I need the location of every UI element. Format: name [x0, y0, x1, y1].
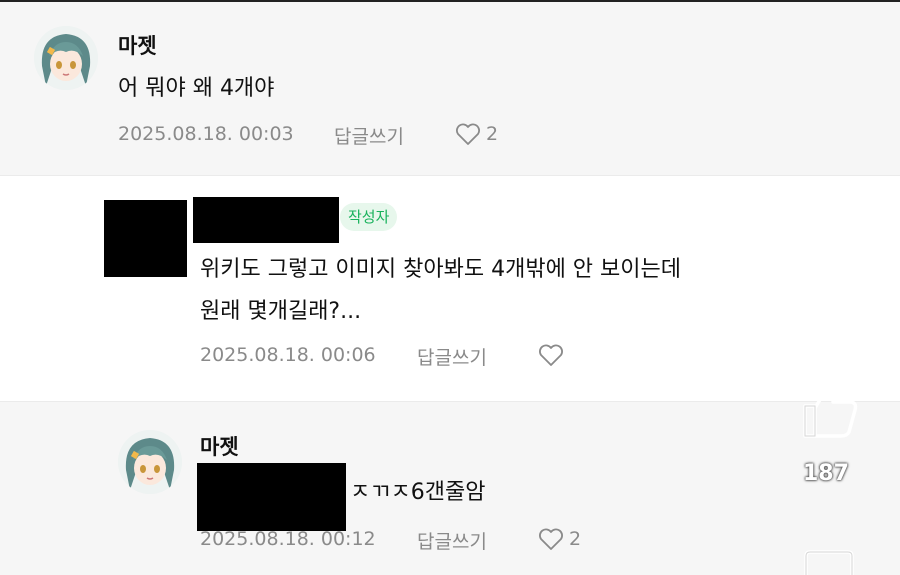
heart-icon [539, 344, 563, 366]
like-button[interactable]: 2 [537, 527, 581, 551]
comment-text: 어 뭐야 왜 4개야 [118, 76, 275, 101]
reply-button[interactable]: 답글쓰기 [417, 527, 487, 554]
redacted-mention [197, 463, 346, 531]
avatar[interactable] [118, 430, 182, 494]
comment-date: 2025.08.18. 00:03 [118, 123, 294, 145]
author-badge: 작성자 [340, 203, 398, 231]
reply-button[interactable]: 답글쓰기 [334, 122, 404, 149]
heart-icon [539, 528, 563, 550]
floating-like-count: 187 [803, 461, 849, 486]
comment-text-line-1: 위키도 그렇고 이미지 찾아봐도 4개밖에 안 보이는데 [200, 257, 681, 282]
comment-item: 마젯 어 뭐야 왜 4개야 2025.08.18. 00:03 답글쓰기 2 [0, 0, 900, 176]
comment-item: 작성자 위키도 그렇고 이미지 찾아봐도 4개밖에 안 보이는데 원래 몇개길래… [0, 176, 900, 402]
like-button[interactable]: 2 [454, 122, 498, 146]
redacted-avatar [104, 200, 187, 277]
like-count: 2 [569, 528, 582, 550]
anime-avatar-icon [34, 26, 98, 90]
like-count: 2 [486, 123, 499, 145]
anime-avatar-icon [118, 430, 182, 494]
comment-item: 마젯 ㅈㄲㅈ6갠줄암 2025.08.18. 00:12 답글쓰기 2 [0, 402, 900, 575]
reply-button[interactable]: 답글쓰기 [417, 343, 487, 370]
redacted-nickname [193, 197, 339, 243]
like-button[interactable] [537, 343, 569, 367]
comment-date: 2025.08.18. 00:06 [200, 344, 376, 366]
comment-nickname[interactable]: 마젯 [200, 431, 239, 461]
comment-text-line-2: 원래 몇개길래?... [200, 299, 362, 324]
heart-icon [456, 123, 480, 145]
comment-nickname[interactable]: 마젯 [118, 30, 157, 60]
thumbs-up-icon[interactable] [797, 378, 861, 442]
comment-date: 2025.08.18. 00:12 [200, 528, 376, 550]
share-icon[interactable] [800, 548, 860, 575]
avatar[interactable] [34, 26, 98, 90]
comment-text: ㅈㄲㅈ6갠줄암 [350, 480, 486, 505]
